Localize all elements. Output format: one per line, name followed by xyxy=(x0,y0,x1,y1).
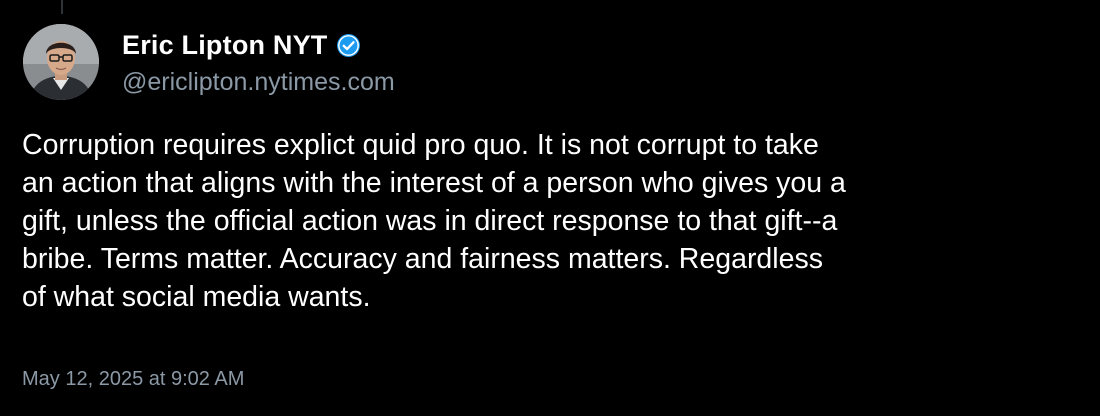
author-display-name[interactable]: Eric Lipton NYT xyxy=(122,30,328,61)
author-name-row: Eric Lipton NYT xyxy=(122,28,395,62)
post-text: Corruption requires explict quid pro quo… xyxy=(22,129,846,313)
profile-photo xyxy=(23,24,99,100)
author-handle[interactable]: @ericlipton.nytimes.com xyxy=(122,68,395,97)
author-block: Eric Lipton NYT @ericlipton.nytimes.com xyxy=(122,28,395,97)
avatar[interactable] xyxy=(23,24,99,100)
verified-badge-icon xyxy=(336,33,361,58)
post-timestamp[interactable]: May 12, 2025 at 9:02 AM xyxy=(22,368,244,391)
post-card: Eric Lipton NYT @ericlipton.nytimes.com … xyxy=(0,0,1100,416)
